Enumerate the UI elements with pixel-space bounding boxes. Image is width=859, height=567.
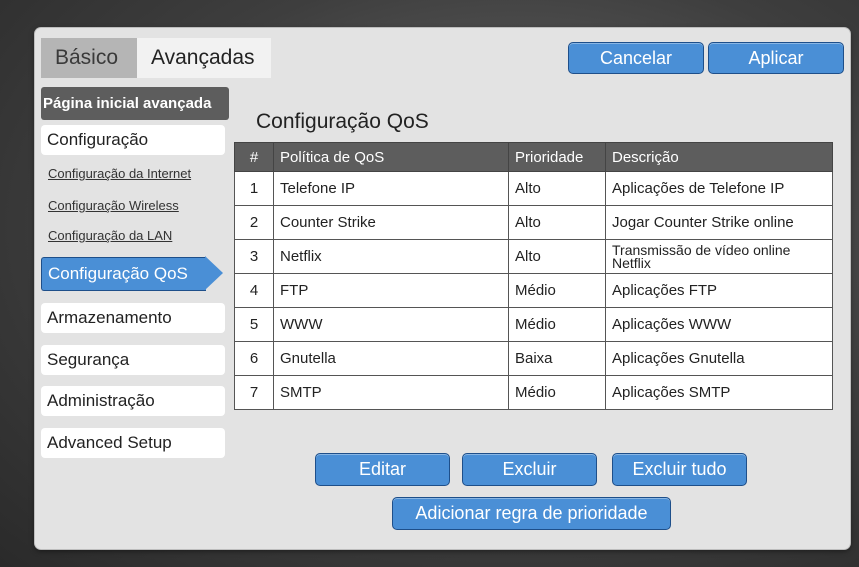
apply-button[interactable]: Aplicar: [708, 42, 844, 74]
row-priority: Alto: [508, 239, 606, 274]
add-priority-rule-button[interactable]: Adicionar regra de prioridade: [392, 497, 671, 530]
row-policy: Gnutella: [273, 341, 509, 376]
sidebar-home[interactable]: Página inicial avançada: [41, 87, 229, 120]
sidebar-item-seguranca[interactable]: Segurança: [41, 345, 225, 375]
table-row[interactable]: 1 Telefone IP Alto Aplicações de Telefon…: [234, 171, 833, 206]
table-row[interactable]: 5 WWW Médio Aplicações WWW: [234, 307, 833, 342]
row-policy: Netflix: [273, 239, 509, 274]
row-number: 2: [234, 205, 274, 240]
row-description: Transmissão de vídeo online Netflix: [605, 239, 833, 274]
row-policy: SMTP: [273, 375, 509, 410]
row-policy: FTP: [273, 273, 509, 308]
row-description: Jogar Counter Strike online: [605, 205, 833, 240]
row-priority: Médio: [508, 307, 606, 342]
table-header-row: # Política de QoS Prioridade Descrição: [234, 142, 833, 172]
sidebar-item-administracao[interactable]: Administração: [41, 386, 225, 416]
row-priority: Alto: [508, 171, 606, 206]
tab-advanced[interactable]: Avançadas: [137, 38, 271, 78]
row-policy: Counter Strike: [273, 205, 509, 240]
row-priority: Baixa: [508, 341, 606, 376]
header-priority: Prioridade: [508, 142, 606, 172]
header-description: Descrição: [605, 142, 833, 172]
table-row[interactable]: 4 FTP Médio Aplicações FTP: [234, 273, 833, 308]
row-priority: Alto: [508, 205, 606, 240]
sidebar-item-configuracao[interactable]: Configuração: [41, 125, 225, 155]
row-priority: Médio: [508, 375, 606, 410]
row-number: 3: [234, 239, 274, 274]
active-indicator-arrow: [205, 256, 223, 290]
header-policy: Política de QoS: [273, 142, 509, 172]
sidebar-link-lan[interactable]: Configuração da LAN: [48, 228, 172, 243]
row-number: 6: [234, 341, 274, 376]
table-row[interactable]: 7 SMTP Médio Aplicações SMTP: [234, 375, 833, 410]
row-policy: Telefone IP: [273, 171, 509, 206]
row-description: Aplicações de Telefone IP: [605, 171, 833, 206]
delete-button[interactable]: Excluir: [462, 453, 597, 486]
row-number: 7: [234, 375, 274, 410]
table-row[interactable]: 3 Netflix Alto Transmissão de vídeo onli…: [234, 239, 833, 274]
row-priority: Médio: [508, 273, 606, 308]
row-policy: WWW: [273, 307, 509, 342]
table-row[interactable]: 6 Gnutella Baixa Aplicações Gnutella: [234, 341, 833, 376]
table-row[interactable]: 2 Counter Strike Alto Jogar Counter Stri…: [234, 205, 833, 240]
sidebar-link-internet[interactable]: Configuração da Internet: [48, 166, 191, 181]
qos-table: # Política de QoS Prioridade Descrição 1…: [234, 142, 833, 410]
delete-all-button[interactable]: Excluir tudo: [612, 453, 747, 486]
row-number: 1: [234, 171, 274, 206]
row-number: 4: [234, 273, 274, 308]
sidebar-item-advanced-setup[interactable]: Advanced Setup: [41, 428, 225, 458]
sidebar-link-wireless[interactable]: Configuração Wireless: [48, 198, 179, 213]
router-settings-panel: Básico Avançadas Cancelar Aplicar Página…: [35, 28, 850, 549]
cancel-button[interactable]: Cancelar: [568, 42, 704, 74]
row-description: Aplicações SMTP: [605, 375, 833, 410]
tab-basic[interactable]: Básico: [41, 38, 141, 78]
page-title: Configuração QoS: [256, 110, 429, 133]
row-description: Aplicações Gnutella: [605, 341, 833, 376]
row-description: Aplicações FTP: [605, 273, 833, 308]
sidebar-item-qos[interactable]: Configuração QoS: [41, 257, 206, 291]
row-number: 5: [234, 307, 274, 342]
edit-button[interactable]: Editar: [315, 453, 450, 486]
sidebar-item-armazenamento[interactable]: Armazenamento: [41, 303, 225, 333]
header-number: #: [234, 142, 274, 172]
row-description: Aplicações WWW: [605, 307, 833, 342]
